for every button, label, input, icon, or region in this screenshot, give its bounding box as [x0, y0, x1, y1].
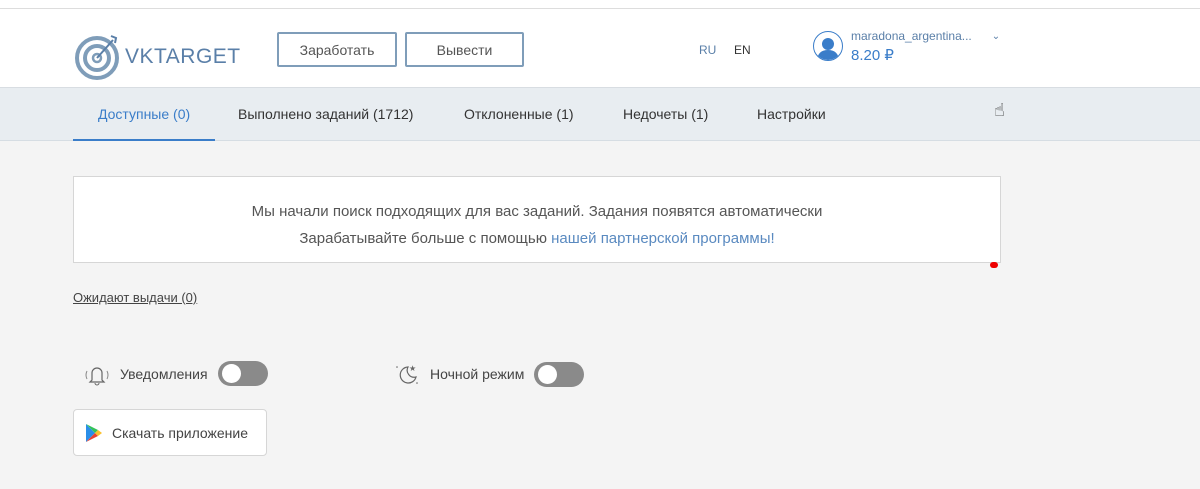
notice-line2: Зарабатывайте больше с помощью	[299, 230, 552, 247]
awaiting-link[interactable]: Ожидают выдачи (0)	[73, 290, 197, 305]
user-menu[interactable]: maradona_argentina... 8.20 ₽ ⌄	[813, 29, 1000, 64]
lang-en[interactable]: EN	[734, 43, 751, 57]
username: maradona_argentina...	[851, 29, 972, 43]
search-notice: Мы начали поиск подходящих для вас задан…	[73, 176, 1001, 268]
withdraw-button[interactable]: Вывести	[405, 32, 524, 67]
chevron-down-icon[interactable]: ⌄	[992, 31, 1000, 64]
notice-line1: Мы начали поиск подходящих для вас задан…	[251, 203, 823, 220]
night-mode-toggle[interactable]	[534, 361, 585, 387]
header: VKTARGET Заработать Вывести RU EN marado…	[0, 9, 1200, 88]
notifications-toggle[interactable]	[217, 361, 268, 386]
tab-available[interactable]: Доступные (0)	[73, 88, 216, 141]
night-mode-label: Ночной режим	[430, 366, 525, 382]
earn-button[interactable]: Заработать	[277, 32, 397, 67]
browser-bookmarks-strip	[0, 0, 1200, 9]
download-app-label: Скачать приложение	[112, 424, 249, 441]
google-play-icon	[86, 423, 102, 442]
download-app-button[interactable]: Скачать приложение	[73, 409, 267, 456]
svg-text:★: ★	[409, 364, 416, 373]
partner-program-link[interactable]: нашей партнерской программы!	[551, 230, 775, 247]
notifications-label: Уведомления	[120, 365, 208, 382]
lang-ru[interactable]: RU	[699, 43, 716, 57]
bell-icon	[85, 366, 109, 385]
tabs-bar: Доступные (0) Выполнено заданий (1712) О…	[0, 88, 1200, 141]
tab-completed[interactable]: Выполнено заданий (1712)	[213, 88, 438, 141]
tab-rejected[interactable]: Отклоненные (1)	[439, 88, 599, 141]
night-mode-setting: ★ Ночной режим	[394, 361, 585, 387]
logo-text: VKTARGET	[125, 45, 241, 68]
tab-settings[interactable]: Настройки	[732, 88, 851, 141]
tab-flaws[interactable]: Недочеты (1)	[598, 88, 733, 141]
red-marker	[990, 262, 998, 268]
avatar-icon	[813, 31, 843, 61]
notifications-setting: Уведомления	[84, 361, 268, 386]
moon-stars-icon: ★	[396, 364, 418, 384]
balance: 8.20 ₽	[851, 47, 894, 64]
target-logo-icon	[75, 35, 119, 80]
cursor-hand-icon: ☝	[994, 100, 1005, 120]
logo[interactable]: VKTARGET	[75, 34, 241, 80]
